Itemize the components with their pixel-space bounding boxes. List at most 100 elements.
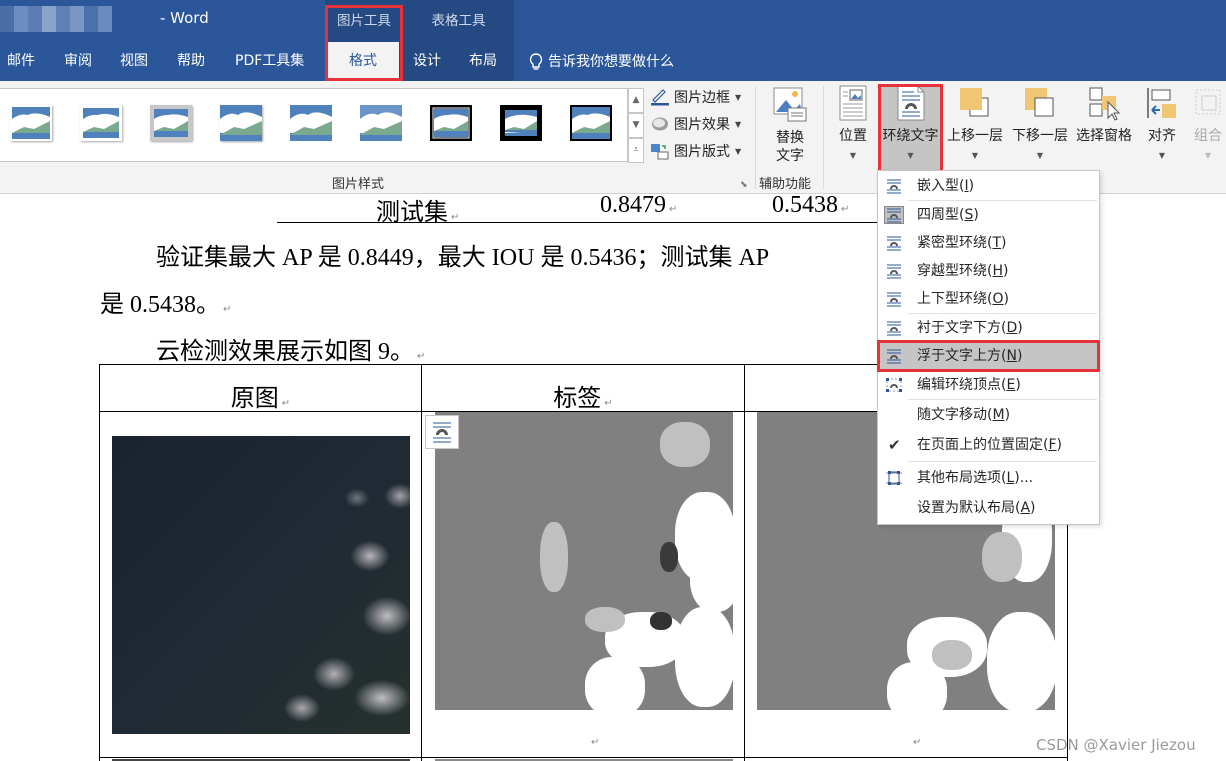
- menu-item-top-bottom[interactable]: 上下型环绕(O): [879, 285, 1099, 313]
- window-title: - Word: [160, 9, 209, 27]
- picture-style-option[interactable]: [80, 105, 122, 141]
- menu-item-label: 四周型(S): [917, 207, 979, 223]
- blurred-document-name: [0, 6, 112, 32]
- menu-item-label: 随文字移动(M): [917, 407, 1011, 423]
- layout-options-button[interactable]: [425, 415, 459, 449]
- align-label: 对齐: [1148, 128, 1176, 144]
- wrap-text-button[interactable]: 环绕文字 ▼: [878, 84, 943, 170]
- tab-pdf-tools[interactable]: PDF工具集: [235, 48, 304, 76]
- tab-help[interactable]: 帮助: [177, 48, 205, 76]
- picture-layout-icon: [651, 144, 669, 160]
- menu-item-in-front-of-text[interactable]: 浮于文字上方(N): [879, 342, 1099, 370]
- chevron-down-icon: ▼: [735, 92, 742, 102]
- picture-style-option[interactable]: [150, 105, 192, 141]
- menu-item-inline[interactable]: 嵌入型(I): [879, 172, 1099, 200]
- alt-text-label-1: 替换: [776, 130, 804, 146]
- tell-me-search[interactable]: 告诉我你想要做什么: [528, 48, 674, 76]
- align-button[interactable]: 对齐 ▼: [1140, 84, 1184, 170]
- picture-border-button[interactable]: 图片边框 ▼: [650, 86, 741, 108]
- picture-style-option[interactable]: [10, 105, 52, 141]
- tab-mailings[interactable]: 邮件: [7, 48, 35, 76]
- selection-pane-label: 选择窗格: [1076, 128, 1132, 144]
- menu-item-square[interactable]: 四周型(S): [879, 201, 1099, 229]
- group-icon: [1195, 89, 1221, 115]
- picture-style-option[interactable]: [220, 105, 262, 141]
- menu-item-label: 设置为默认布局(A): [917, 500, 1036, 516]
- menu-item-label: 其他布局选项(L)...: [917, 470, 1034, 486]
- selection-pane-button[interactable]: 选择窗格: [1073, 84, 1135, 170]
- menu-item-label: 编辑环绕顶点(E): [917, 377, 1021, 393]
- menu-separator: [908, 313, 1097, 314]
- menu-item-fix-position[interactable]: ✔ 在页面上的位置固定(F): [879, 431, 1099, 459]
- tab-layout[interactable]: 布局: [469, 48, 497, 76]
- table-border-col: [744, 364, 745, 761]
- header-label-image: 标签 ↵: [422, 378, 744, 413]
- dialog-launcher-icon[interactable]: ⬊: [740, 180, 750, 190]
- paragraph-mark: ↵: [604, 398, 613, 409]
- picture-border-icon: [651, 89, 669, 106]
- picture-thumbnail-icon: [572, 107, 610, 139]
- wrap-text-icon: [897, 85, 924, 121]
- gallery-scroll-up[interactable]: ▲: [628, 88, 644, 113]
- menu-item-label: 衬于文字下方(D): [917, 320, 1023, 336]
- more-layout-options-icon: [886, 471, 902, 485]
- menu-item-through[interactable]: 穿越型环绕(H): [879, 257, 1099, 285]
- tab-view[interactable]: 视图: [120, 48, 148, 76]
- title-bar: - Word 图片工具 表格工具 邮件 审阅 视图 帮助 PDF工具集 格式 设…: [0, 0, 1226, 81]
- paragraph-text: 是 0.5438。: [100, 292, 220, 318]
- send-backward-button[interactable]: 下移一层 ▼: [1008, 84, 1072, 170]
- picture-style-option[interactable]: [290, 105, 332, 141]
- picture-border-label: 图片边框: [674, 90, 730, 106]
- picture-style-option[interactable]: [500, 105, 542, 141]
- menu-item-more-layout-options[interactable]: 其他布局选项(L)...: [879, 464, 1099, 492]
- picture-tools-label: 图片工具: [337, 13, 391, 29]
- menu-item-tight[interactable]: 紧密型环绕(T): [879, 229, 1099, 257]
- menu-item-move-with-text[interactable]: 随文字移动(M): [879, 401, 1099, 429]
- tab-design[interactable]: 设计: [413, 48, 441, 76]
- table-border-row: [99, 757, 1068, 758]
- picture-thumbnail-icon: [12, 107, 50, 139]
- menu-item-set-as-default[interactable]: 设置为默认布局(A): [879, 494, 1099, 522]
- position-label: 位置: [839, 128, 867, 144]
- tab-format[interactable]: 格式: [327, 42, 399, 81]
- picture-style-option[interactable]: [360, 105, 402, 141]
- menu-item-label: 在页面上的位置固定(F): [917, 437, 1062, 453]
- paragraph-figure-ref: 云检测效果展示如图 9。 ↵: [156, 331, 425, 366]
- position-icon: [839, 85, 867, 121]
- tab-review[interactable]: 审阅: [64, 48, 92, 76]
- edit-wrap-points-icon: [886, 378, 902, 392]
- alt-text-label-2: 文字: [776, 148, 804, 164]
- menu-separator: [908, 200, 1097, 201]
- alt-text-button[interactable]: 替换 文字: [765, 84, 815, 170]
- tell-me-label: 告诉我你想要做什么: [548, 54, 674, 70]
- menu-item-label: 紧密型环绕(T): [917, 235, 1007, 251]
- picture-thumbnail-icon: [154, 109, 188, 137]
- picture-layout-button[interactable]: 图片版式 ▼: [650, 140, 741, 162]
- picture-thumbnail-icon: [360, 105, 402, 141]
- menu-item-label: 穿越型环绕(H): [917, 263, 1009, 279]
- picture-effects-button[interactable]: 图片效果 ▼: [650, 113, 741, 135]
- satellite-image[interactable]: [112, 436, 410, 734]
- send-backward-label: 下移一层: [1012, 128, 1068, 144]
- table-cell-text: 0.5438: [772, 194, 838, 218]
- label-mask-image[interactable]: [435, 412, 733, 710]
- chevron-down-icon: ▼: [735, 119, 742, 129]
- gallery-scroll-down[interactable]: ▼: [628, 113, 644, 138]
- align-icon: [1147, 88, 1176, 118]
- position-button[interactable]: 位置 ▼: [832, 84, 874, 170]
- wrap-style-icon: [887, 349, 901, 364]
- menu-item-behind-text[interactable]: 衬于文字下方(D): [879, 314, 1099, 342]
- send-backward-icon: [1025, 88, 1054, 117]
- bring-forward-button[interactable]: 上移一层 ▼: [944, 84, 1006, 170]
- table-cell-ap: 0.8479 ↵: [600, 194, 677, 219]
- menu-separator: [908, 461, 1097, 462]
- picture-style-option[interactable]: [430, 105, 472, 141]
- picture-style-option[interactable]: [570, 105, 612, 141]
- checkmark-icon: ✔: [888, 436, 901, 454]
- picture-thumbnail-icon: [83, 108, 119, 138]
- group-button[interactable]: 组合 ▼: [1190, 84, 1226, 170]
- gallery-expand[interactable]: ⩡: [628, 138, 644, 163]
- menu-item-edit-wrap-points[interactable]: 编辑环绕顶点(E): [879, 371, 1099, 399]
- wrap-style-icon: [887, 236, 901, 251]
- paragraph-mark: ↵: [669, 204, 678, 215]
